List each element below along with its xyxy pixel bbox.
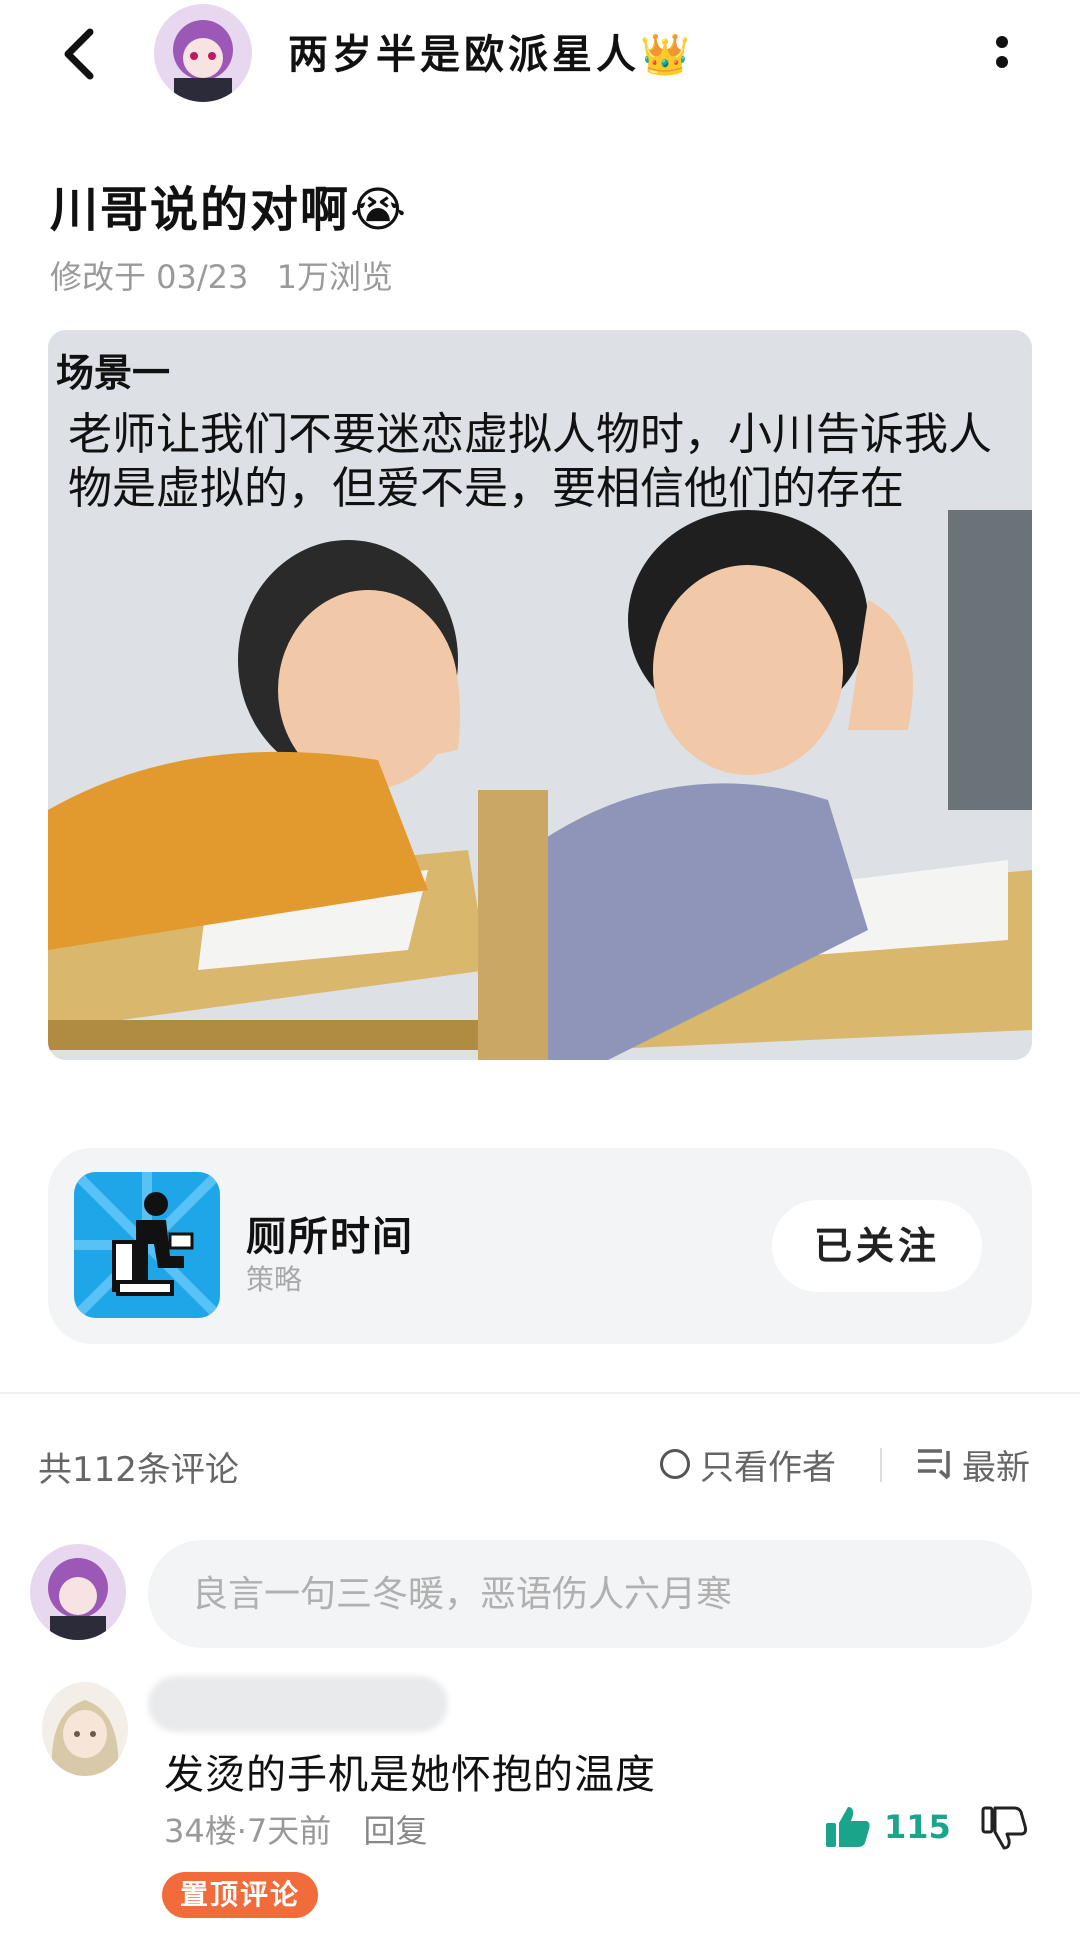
- app-icon[interactable]: [74, 1172, 220, 1318]
- comic-scene-label: 场景一: [56, 351, 171, 395]
- more-vertical-icon: [996, 36, 1008, 68]
- like-count: 115: [884, 1808, 951, 1846]
- post-image[interactable]: 场景一 老师让我们不要迷恋虚拟人物时，小川告诉我人物是虚拟的，但爱不是，要相信他…: [48, 330, 1032, 1060]
- separator: [880, 1448, 882, 1482]
- radio-icon: [660, 1449, 690, 1479]
- comment-floor: 34楼: [164, 1812, 237, 1850]
- comment-text: 发烫的手机是她怀抱的温度: [164, 1752, 656, 1798]
- commenter-avatar[interactable]: [42, 1682, 128, 1776]
- thumbs-up-icon: [826, 1807, 870, 1847]
- user-avatar[interactable]: [30, 1544, 126, 1640]
- sort-button[interactable]: 最新: [916, 1444, 1030, 1488]
- section-divider: [0, 1392, 1080, 1394]
- app-name: 厕所时间: [246, 1214, 414, 1260]
- sort-label: 最新: [962, 1447, 1030, 1488]
- like-button[interactable]: 115: [824, 1802, 951, 1852]
- commenter-name-redacted: [148, 1676, 448, 1732]
- comment-time: 7天前: [246, 1812, 332, 1850]
- app-category: 策略: [246, 1263, 303, 1296]
- post-views: 1万浏览: [276, 258, 393, 296]
- follow-button[interactable]: 已关注: [772, 1200, 982, 1292]
- only-author-toggle[interactable]: 只看作者: [660, 1444, 836, 1488]
- comment-count: 共112条评论: [38, 1450, 239, 1490]
- comment-meta: 34楼·7天前 回复: [164, 1812, 428, 1850]
- sort-icon: [918, 1449, 950, 1480]
- thumbs-down-icon: [981, 1806, 1028, 1850]
- comic-caption: 老师让我们不要迷恋虚拟人物时，小川告诉我人物是虚拟的，但爱不是，要相信他们的存在: [68, 409, 992, 514]
- more-button[interactable]: [984, 28, 1020, 78]
- post-title: 川哥说的对啊😭: [50, 182, 409, 238]
- pinned-comment-badge: 置顶评论: [162, 1872, 318, 1918]
- comment-input[interactable]: [148, 1540, 1032, 1648]
- app-card[interactable]: 厕所时间 策略 已关注: [48, 1148, 1032, 1344]
- only-author-label: 只看作者: [700, 1447, 836, 1488]
- back-button[interactable]: [48, 18, 118, 88]
- dislike-button[interactable]: [980, 1804, 1028, 1852]
- chevron-left-icon: [64, 28, 94, 80]
- post-meta: 修改于 03/23 1万浏览: [50, 252, 411, 298]
- author-avatar[interactable]: [154, 4, 252, 102]
- reply-button[interactable]: 回复: [363, 1812, 427, 1850]
- author-name[interactable]: 两岁半是欧派星人👑: [288, 22, 694, 80]
- post-modified-date: 修改于 03/23: [50, 258, 249, 296]
